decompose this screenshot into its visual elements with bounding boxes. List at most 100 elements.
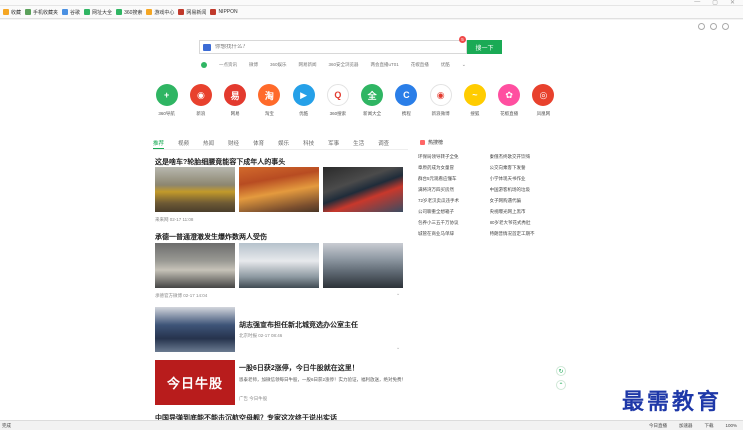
apps-icon[interactable]	[698, 23, 705, 30]
app-shortcut[interactable]: +360导航	[155, 84, 178, 117]
app-icon: ◉	[189, 84, 212, 106]
notification-badge[interactable]: 5	[459, 36, 466, 43]
hot-search-item[interactable]: 公交向乘客下发誓	[490, 165, 554, 171]
app-shortcut[interactable]: ~ 搜狐	[463, 84, 486, 117]
app-shortcut[interactable]: C 携程	[395, 84, 418, 117]
refresh-icon[interactable]	[201, 62, 207, 68]
bookmark-item[interactable]: 游戏中心	[146, 9, 174, 16]
hot-search-item[interactable]: 章原药成为女童冒	[418, 165, 482, 171]
news-tab[interactable]: 体育	[253, 139, 264, 149]
skin-icon[interactable]	[710, 23, 717, 30]
status-item[interactable]: 今日直播	[649, 423, 667, 429]
hot-search-list: 环保局领导转子全免 秦俄杰终歌交开饮嗨章原药成为女童冒 公交向乘客下发誓群台5元观看…	[418, 154, 553, 237]
camera-search-icon[interactable]	[203, 43, 211, 51]
chevron-down-icon[interactable]: ⌄	[396, 345, 400, 351]
app-shortcut[interactable]: 淘淘宝	[258, 84, 281, 117]
app-label: 新浪	[196, 111, 206, 116]
app-shortcut[interactable]: ▶ 优酷	[292, 84, 315, 117]
hot-search-item[interactable]: 80岁老大爷花式秀肚	[490, 220, 554, 226]
bookmark-item[interactable]: 360搜索	[116, 9, 142, 16]
app-shortcut[interactable]: 易网易	[224, 84, 247, 117]
app-shortcut[interactable]: ✿ 花椒直播	[498, 84, 521, 117]
quick-link[interactable]: 360娱乐	[270, 62, 287, 68]
status-item[interactable]: 加速器	[679, 423, 693, 429]
bookmark-icon	[62, 9, 69, 15]
app-shortcut[interactable]: 全新闻大全	[361, 84, 384, 117]
quick-links: 一点资讯 微博 360娱乐 网易新闻 360安全浏览器 两会直播uT01 花椒直播 优酷 ⌄	[201, 62, 501, 68]
bookmark-item[interactable]: 手机收藏夹	[25, 9, 58, 16]
hot-search-item[interactable]: 中国游客机场的垃圾	[490, 187, 554, 193]
news-tab[interactable]: 热闻	[203, 139, 214, 149]
article-image[interactable]	[323, 243, 403, 288]
quick-link[interactable]: 网易新闻	[299, 62, 317, 68]
app-icon: ◉	[429, 84, 452, 106]
hot-search-item[interactable]: 女子网购遇代骗	[490, 198, 554, 204]
news-tab[interactable]: 视频	[178, 139, 189, 149]
status-item[interactable]: 下载	[704, 423, 713, 429]
ad-title[interactable]: 一股6日获2涨停，今日牛股就在这里！	[239, 363, 359, 373]
article-image[interactable]	[155, 307, 235, 352]
app-label: 淘宝	[264, 111, 274, 116]
quick-link[interactable]: 花椒直播	[411, 62, 429, 68]
bookmark-item[interactable]: NIPPON	[210, 9, 238, 15]
article-image[interactable]	[239, 243, 319, 288]
hot-search-title: 热搜榜	[428, 140, 444, 146]
news-tab[interactable]: 军事	[328, 139, 339, 149]
app-shortcut[interactable]: ◉ 新浪	[189, 84, 212, 117]
bookmark-item[interactable]: 网易新闻	[178, 9, 206, 16]
status-text: 完成	[2, 422, 11, 428]
status-right: 今日直播 加速器 下载 100%	[649, 423, 743, 429]
bookmark-item[interactable]: 谷歌	[62, 9, 80, 16]
status-item[interactable]: 100%	[725, 423, 737, 429]
hot-search-item[interactable]: 环保局领导转子全免	[418, 154, 482, 160]
bookmark-icon	[210, 9, 217, 15]
bookmark-item[interactable]: 网址大全	[84, 9, 112, 16]
search-button[interactable]: 搜一下	[467, 40, 502, 54]
news-tab[interactable]: 科技	[303, 139, 314, 149]
bookmark-icon	[25, 9, 32, 15]
app-icon: ▶	[292, 84, 315, 106]
news-tab[interactable]: 推荐	[153, 139, 165, 149]
article-image[interactable]	[239, 167, 319, 212]
back-to-top-icon[interactable]: ⌃	[556, 380, 566, 390]
chevron-down-icon[interactable]: ⌄	[396, 291, 400, 297]
article-title[interactable]: 这是啥车?轮胎细腰竟能容下成年人的事头	[155, 157, 285, 167]
bookmark-item[interactable]: 收藏	[3, 9, 21, 16]
article-image[interactable]	[155, 243, 235, 288]
news-tab[interactable]: 生活	[353, 139, 364, 149]
article-title[interactable]: 胡志强宣布担任新北城竞选办公室主任	[239, 320, 358, 330]
hot-search-item[interactable]: 满将湾万四买房然	[418, 187, 482, 193]
settings-icon[interactable]	[722, 23, 729, 30]
news-tab[interactable]: 娱乐	[278, 139, 289, 149]
article-image[interactable]	[155, 167, 235, 212]
bookmark-label: 手机收藏夹	[33, 9, 59, 16]
hot-search-item[interactable]: 公司聊重全想箱子	[418, 209, 482, 215]
hot-search-item[interactable]: 秦俄杰终歌交开饮嗨	[490, 154, 554, 160]
quick-link[interactable]: 360安全浏览器	[329, 62, 359, 68]
app-shortcut[interactable]: Q 360搜索	[326, 84, 349, 117]
search-input[interactable]	[215, 44, 415, 50]
quick-link[interactable]: 一点资讯	[219, 62, 237, 68]
expand-icon[interactable]: ⌄	[462, 62, 466, 68]
quick-link[interactable]: 优酷	[441, 62, 450, 68]
app-shortcut[interactable]: ◎ 凤凰网	[532, 84, 555, 117]
refresh-float-icon[interactable]: ↻	[556, 366, 566, 376]
hot-search-item[interactable]: 小学体现天书作业	[490, 176, 554, 182]
hot-search-item[interactable]: 城管在商业马单辞	[418, 231, 482, 237]
news-tab[interactable]: 财经	[228, 139, 239, 149]
hot-search-item[interactable]: 72岁老汉卖瓜违手术	[418, 198, 482, 204]
hot-search-item[interactable]: 央视曝光网上黑市	[490, 209, 554, 215]
article-image[interactable]	[323, 167, 403, 212]
bookmark-label: 网易新闻	[186, 9, 207, 16]
search-bar: 搜一下	[199, 40, 502, 54]
news-tab[interactable]: 调查	[378, 139, 389, 149]
status-bar: 完成 今日直播 加速器 下载 100%	[0, 420, 743, 430]
quick-link[interactable]: 微博	[249, 62, 258, 68]
hot-search-item[interactable]: 特朗普情况首定工期不	[490, 231, 554, 237]
hot-search-item[interactable]: 包养小三五千万协议	[418, 220, 482, 226]
ad-image[interactable]: 今日牛股	[155, 360, 235, 405]
quick-link[interactable]: 两会直播uT01	[371, 62, 399, 68]
app-shortcut[interactable]: ◉ 新浪微博	[429, 84, 452, 117]
hot-search-item[interactable]: 群台5元观看应懂车	[418, 176, 482, 182]
article-title[interactable]: 承德一普通澄澈发生爆炸数两人受伤	[155, 232, 267, 242]
